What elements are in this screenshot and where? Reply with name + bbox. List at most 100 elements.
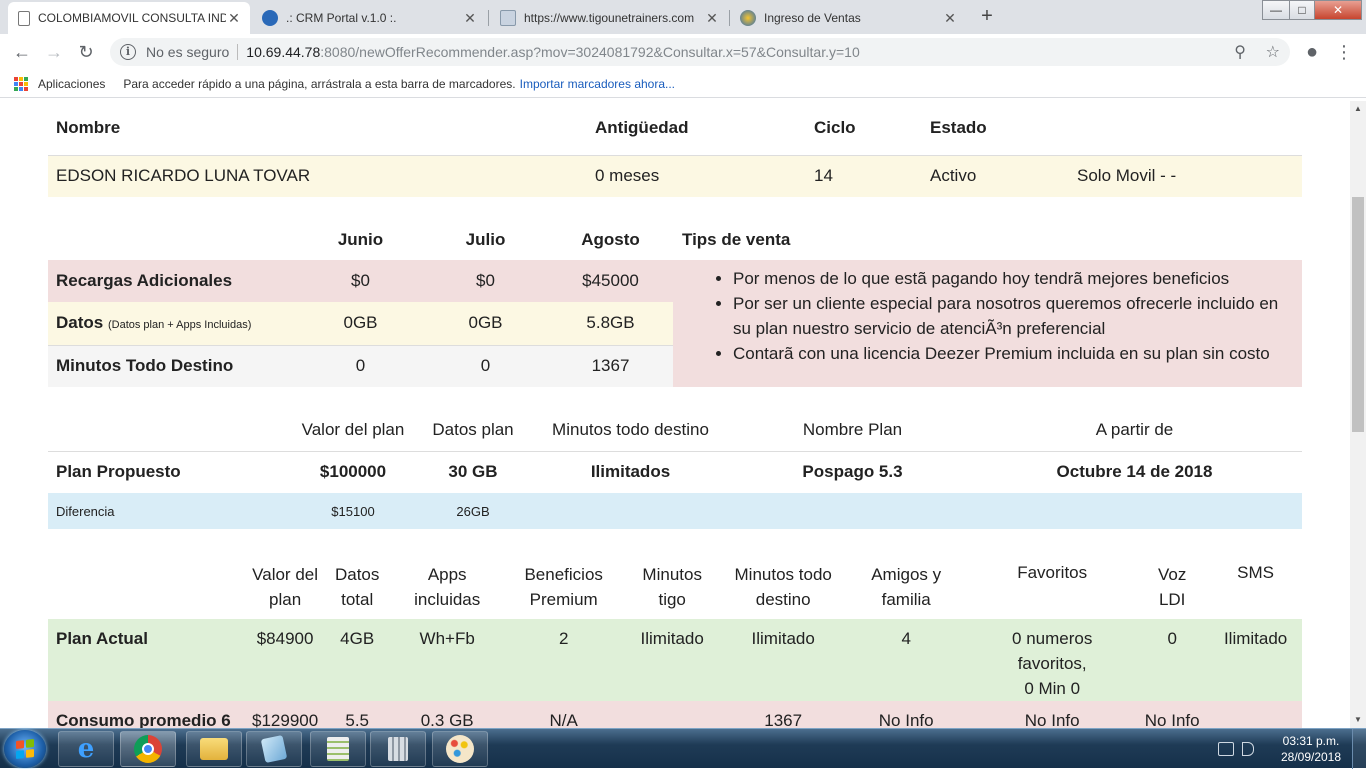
proposed-header: Datos plan [432, 419, 514, 439]
row-label: Minutos Todo Destino [48, 344, 298, 387]
row-note: (Datos plan + Apps Incluidas) [107, 319, 252, 332]
header-line: Valor del [252, 565, 319, 584]
calculator-icon [388, 737, 408, 761]
scroll-thumb[interactable] [1352, 197, 1364, 432]
sales-favicon-icon [740, 10, 756, 26]
header-line: Favoritos [1017, 563, 1088, 582]
header-line: Beneficios [524, 565, 603, 584]
back-arrow-icon[interactable]: ← [10, 40, 34, 64]
consumption-table: Junio Julio Agosto Tips de venta Recarga… [48, 219, 1302, 387]
import-bookmarks-link[interactable]: Importar marcadores ahora... [520, 77, 675, 91]
row-label: Consumo promedio 6 meses [56, 711, 231, 728]
bookmark-star-icon[interactable]: ☆ [1266, 42, 1280, 62]
header-line: incluidas [414, 590, 481, 609]
minimize-window-button[interactable]: — [1262, 0, 1290, 20]
customer-table: Nombre Antigüedad Ciclo Estado EDSON RIC… [48, 101, 1302, 197]
close-tab-icon[interactable]: ✕ [462, 10, 478, 27]
value-cell: No Info [1024, 711, 1080, 728]
start-button[interactable] [4, 730, 46, 768]
comparison-header: Amigos y familia [843, 555, 969, 619]
proposed-label: Plan Propuesto [48, 450, 283, 493]
difference-empty [523, 493, 738, 529]
tab-tigounetrainers[interactable]: https://www.tigounetrainers.com ✕ [490, 2, 728, 34]
tab-title: .: CRM Portal v.1.0 :. [286, 11, 397, 25]
value-cell: 0 [1167, 629, 1177, 648]
reload-icon[interactable]: ↻ [74, 40, 98, 64]
taskbar-clock[interactable]: 03:31 p.m. 28/09/2018 [1280, 733, 1342, 765]
tab-crm-portal[interactable]: .: CRM Portal v.1.0 :. ✕ [252, 2, 486, 34]
chrome-icon [134, 735, 162, 763]
taskbar-calculator[interactable] [370, 731, 426, 767]
url-path[interactable]: :8080/newOfferRecommender.asp?mov=302408… [320, 44, 860, 60]
url-host[interactable]: 10.69.44.78 [246, 44, 320, 60]
header-empty [48, 555, 244, 619]
close-tab-icon[interactable]: ✕ [226, 10, 242, 27]
taskbar-chrome[interactable] [120, 731, 176, 767]
taskbar-notes-app[interactable] [246, 731, 302, 767]
security-label[interactable]: No es seguro [146, 44, 229, 60]
page-content: Nombre Antigüedad Ciclo Estado EDSON RIC… [0, 101, 1350, 728]
tab-title: Ingreso de Ventas [764, 11, 861, 25]
difference-value: $15100 [331, 503, 375, 519]
header-line: total [341, 590, 374, 609]
zoom-icon[interactable]: ⚲ [1234, 42, 1246, 62]
row-label: Plan Actual [56, 629, 148, 648]
consumption-row: Recargas Adicionales $0 $0 $45000 Por me… [48, 260, 1302, 387]
taskbar-spreadsheet-app[interactable] [310, 731, 366, 767]
proposed-data: 30 GB [423, 450, 523, 493]
value-cell: Ilimitado [640, 629, 704, 648]
proposed-plan-row: Plan Propuesto $100000 30 GB Ilimitados … [48, 450, 1302, 493]
menu-kebab-icon[interactable]: ⋮ [1332, 40, 1356, 64]
close-window-button[interactable]: ✕ [1314, 0, 1362, 20]
comparison-header: Minutos tigo [621, 555, 723, 619]
maximize-window-button[interactable]: □ [1289, 0, 1315, 20]
value-cell: 0 [423, 344, 548, 387]
network-icon[interactable] [1218, 742, 1234, 756]
value-cell: Wh+Fb [419, 629, 475, 648]
difference-data: 26GB [456, 503, 490, 519]
difference-row: Diferencia $15100 26GB [48, 493, 1302, 529]
apps-grid-icon[interactable] [14, 76, 28, 91]
show-desktop-button[interactable] [1352, 729, 1366, 769]
close-tab-icon[interactable]: ✕ [942, 10, 958, 27]
proposed-header: Valor del plan [301, 419, 405, 439]
header-empty [48, 409, 283, 451]
header-line: Datos [334, 565, 380, 584]
value-cell: $0 [351, 271, 370, 290]
profile-icon[interactable]: ● [1300, 40, 1324, 64]
value-cell: 0.3 GB [420, 711, 474, 728]
forward-arrow-icon[interactable]: → [42, 40, 66, 64]
apps-bookmark[interactable]: Aplicaciones [38, 77, 105, 91]
value-cell: 0GB [468, 313, 503, 333]
value-cell: 4 [901, 629, 911, 648]
internet-explorer-icon: e [77, 734, 95, 764]
volume-icon[interactable] [1242, 742, 1254, 756]
month-header-empty [48, 219, 298, 260]
comparison-header: Voz LDI [1135, 555, 1209, 619]
value-cell [1209, 701, 1302, 728]
tab-ingreso-ventas[interactable]: Ingreso de Ventas ✕ [730, 2, 966, 34]
info-icon[interactable]: i [120, 44, 136, 60]
scroll-up-arrow-icon[interactable]: ▲ [1350, 101, 1366, 117]
notes-icon [260, 734, 288, 764]
header-line: Voz [1158, 565, 1187, 584]
month-header: Junio [337, 229, 384, 249]
address-bar[interactable]: i No es seguro 10.69.44.78 :8080/newOffe… [110, 38, 1290, 66]
current-plan-row: Plan Actual $84900 4GB Wh+Fb 2 Ilimitado… [48, 619, 1302, 701]
new-tab-button[interactable]: + [974, 5, 1000, 29]
tab-colombiamovil[interactable]: COLOMBIAMOVIL CONSULTA INDIVIDUAL ✕ [8, 2, 250, 34]
tip-item: Por ser un cliente especial para nosotro… [733, 291, 1294, 341]
taskbar-paint[interactable] [432, 731, 488, 767]
scroll-down-arrow-icon[interactable]: ▼ [1350, 712, 1366, 728]
clock-time: 03:31 p.m. [1282, 734, 1340, 748]
header-line: familia [881, 590, 931, 609]
value-cell: 1367 [548, 344, 673, 387]
taskbar-file-explorer[interactable] [186, 731, 242, 767]
customer-status: Activo [922, 154, 1069, 197]
taskbar-internet-explorer[interactable]: e [58, 731, 114, 767]
close-tab-icon[interactable]: ✕ [704, 10, 720, 27]
tip-item: Por menos de lo que estã pagando hoy ten… [733, 266, 1294, 291]
header-line: tigo [658, 590, 686, 609]
header-line: Premium [529, 590, 598, 609]
page-scrollbar[interactable]: ▲ ▼ [1350, 101, 1366, 728]
